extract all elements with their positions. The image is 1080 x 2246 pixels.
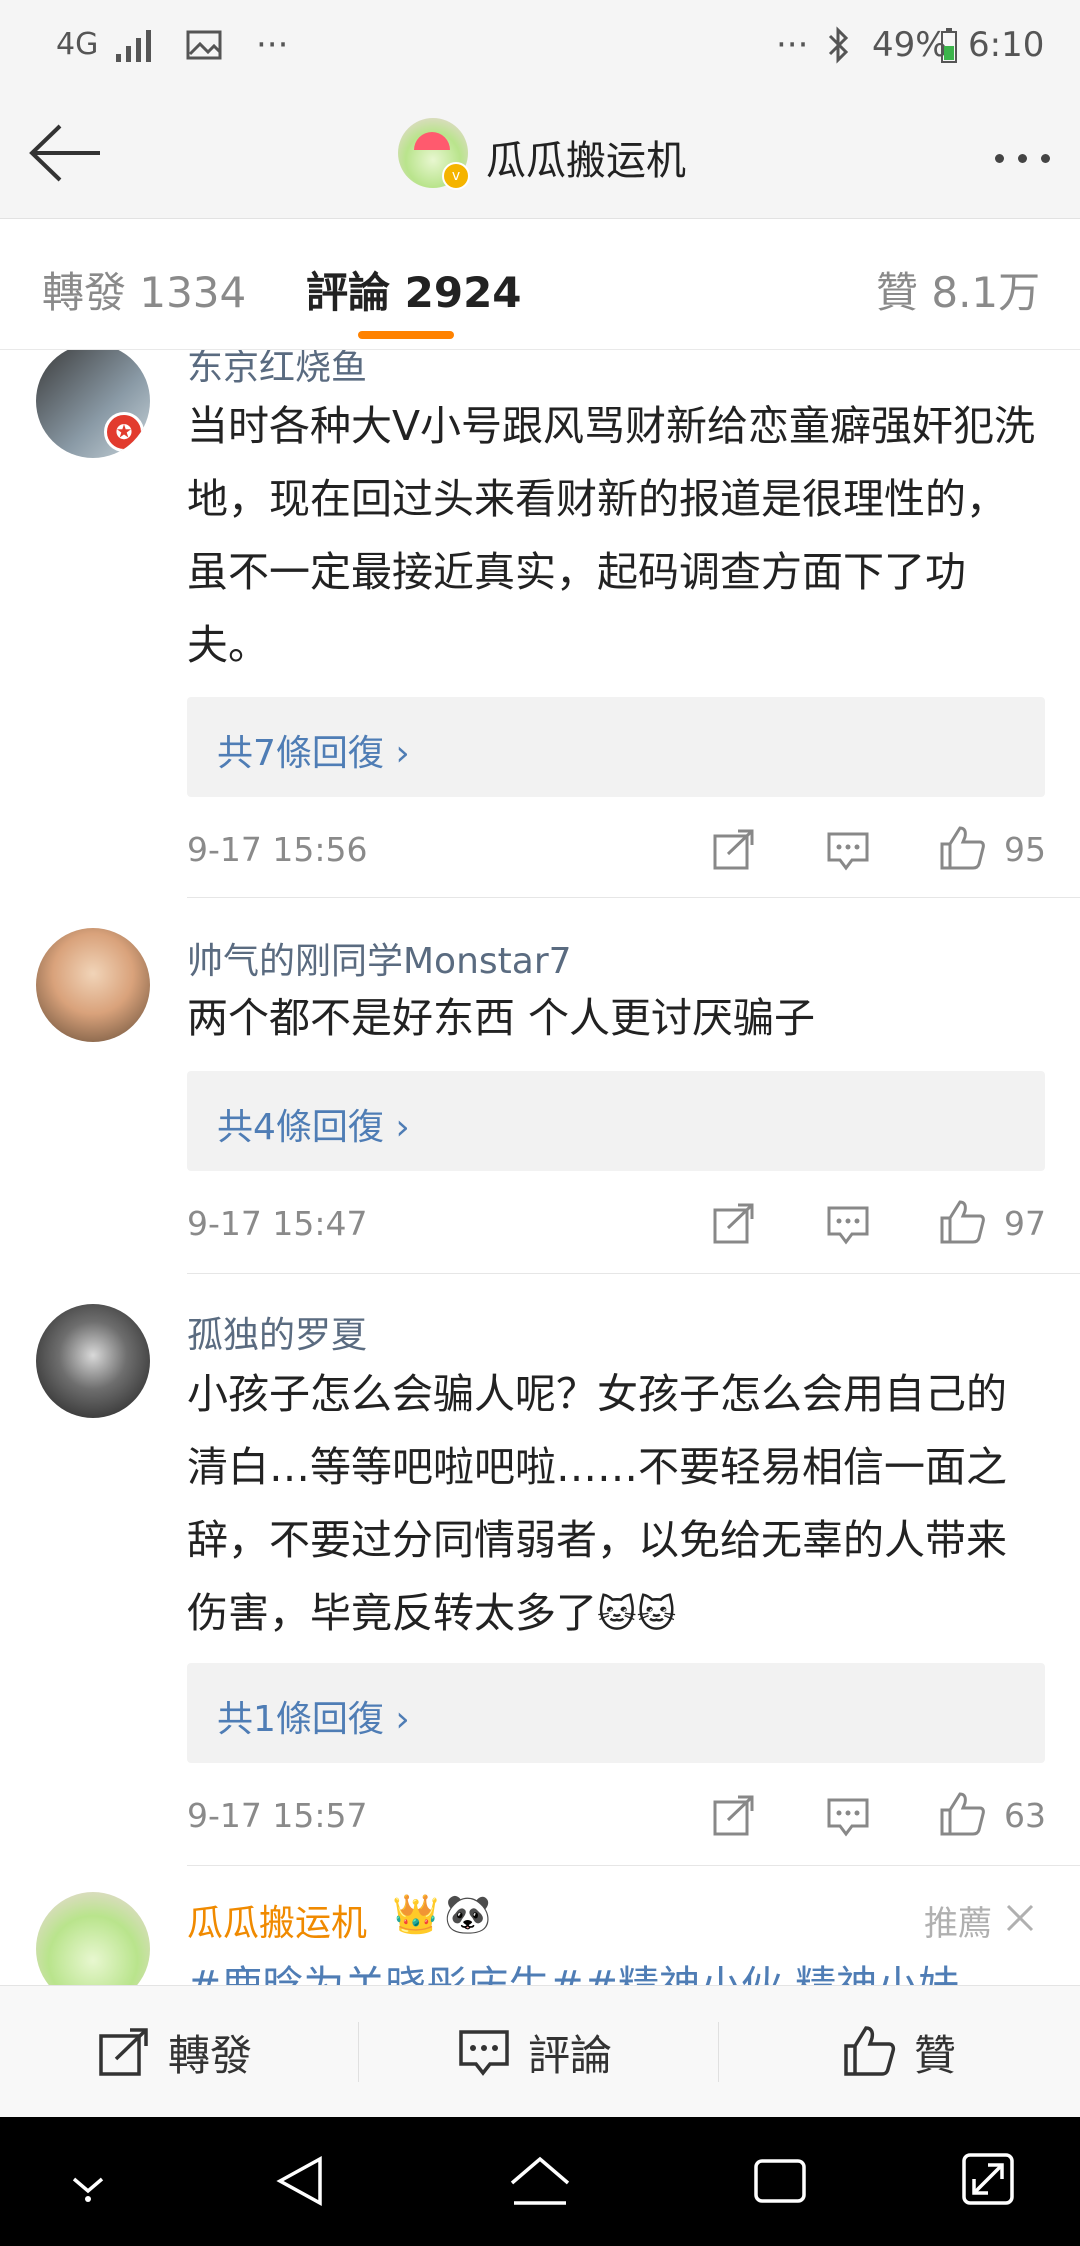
battery-icon (941, 28, 957, 63)
hide-keyboard-icon[interactable] (64, 2165, 112, 2205)
hashtag-text[interactable]: #鹿晗为关晓彤庆生##精神小伙 精神小妹 (187, 1952, 959, 1985)
active-tab-indicator (358, 331, 454, 339)
like-label: 贊 (914, 2031, 957, 2080)
share-icon[interactable] (712, 1794, 756, 1838)
comment-item: 帅气的刚同学Monstar7 两个都不是好东西 个人更讨厌骗子 共4條回復 › … (0, 898, 1080, 1274)
thumbs-up-icon (844, 2026, 896, 2076)
like-icon[interactable] (938, 824, 986, 872)
reply-icon[interactable] (826, 828, 870, 872)
user-avatar[interactable]: ✪ (36, 350, 150, 458)
clock: 6:10 (968, 25, 1045, 65)
reply-icon[interactable] (826, 1202, 870, 1246)
member-badge-icon: ✪ (104, 412, 144, 452)
share-icon[interactable] (712, 1202, 756, 1246)
like-icon[interactable] (938, 1198, 986, 1246)
comment-time: 9-17 15:56 (187, 830, 368, 869)
divider (718, 2022, 719, 2082)
cat-emoji-icon: 🐱🐱 (597, 1592, 677, 1636)
replies-label: 共1條回復 › (217, 1699, 410, 1740)
comment-time: 9-17 15:57 (187, 1796, 368, 1835)
verified-badge-icon: v (442, 162, 470, 190)
crown-icon: 👑 (392, 1892, 440, 1936)
close-icon[interactable] (1004, 1902, 1036, 1934)
recent-apps-icon[interactable] (752, 2155, 808, 2207)
tab-comments[interactable]: 評論 2924 (306, 259, 522, 320)
comment-time: 9-17 15:47 (187, 1204, 368, 1243)
recommended-username[interactable]: 瓜瓜搬运机 (187, 1894, 367, 1946)
replies-label: 共7條回復 › (217, 733, 410, 774)
more-options-icon[interactable] (981, 148, 1050, 167)
divider (358, 2022, 359, 2082)
repost-label: 轉發 (168, 2031, 253, 2080)
header-avatar[interactable]: v (398, 118, 470, 190)
share-icon[interactable] (712, 828, 756, 872)
replies-link[interactable]: 共7條回復 › (187, 697, 1045, 797)
comment-icon (459, 2030, 509, 2076)
comment-username[interactable]: 孤独的罗夏 (187, 1306, 367, 1358)
comment-text: 当时各种大V小号跟风骂财新给恋童癖强奸犯洗地，现在回过头来看财新的报道是很理性的… (187, 402, 1036, 669)
comment-label: 評論 (528, 2031, 613, 2080)
panda-icon: 🐼 (444, 1892, 492, 1936)
reply-icon[interactable] (826, 1794, 870, 1838)
user-avatar[interactable] (36, 928, 150, 1042)
recommended-post: 瓜瓜搬运机 👑 🐼 推薦 #鹿晗为关晓彤庆生##精神小伙 精神小妹 (0, 1866, 1080, 1985)
user-avatar[interactable] (36, 1892, 150, 1985)
like-count: 97 (1004, 1204, 1046, 1243)
back-arrow-icon[interactable] (28, 122, 104, 184)
comment-text: 小孩子怎么会骗人呢？女孩子怎么会用自己的清白…等等吧啦吧啦……不要轻易相信一面之… (187, 1358, 1047, 1651)
system-nav-bar (0, 2117, 1080, 2246)
network-type: 4G (56, 27, 99, 62)
tab-repost[interactable]: 轉發 1334 (42, 259, 246, 320)
recommended-tag: 推薦 (924, 1904, 992, 1944)
bluetooth-icon (828, 26, 849, 64)
user-avatar[interactable] (36, 1304, 150, 1418)
status-bar: 4G ··· ··· 49% 6:10 (0, 0, 1080, 90)
tab-likes[interactable]: 贊 8.1万 (876, 259, 1040, 320)
gallery-icon (186, 30, 222, 60)
like-count: 95 (1004, 830, 1046, 869)
battery-percent: 49% (872, 25, 948, 65)
watermelon-icon (414, 132, 450, 168)
more-notifications-icon: ··· (256, 25, 289, 65)
signal-icon (116, 30, 151, 62)
comment-item: ✪ 东京红烧鱼 当时各种大V小号跟风骂财新给恋童癖强奸犯洗地，现在回过头来看财新… (0, 350, 1080, 898)
home-icon[interactable] (508, 2153, 572, 2209)
replies-link[interactable]: 共1條回復 › (187, 1663, 1045, 1763)
comment-username[interactable]: 东京红烧鱼 (187, 350, 367, 390)
tab-bar: 轉發 1334 評論 2924 贊 8.1万 (0, 219, 1080, 350)
top-nav: v 瓜瓜搬运机 (0, 90, 1080, 219)
more-status-icon: ··· (776, 25, 809, 65)
like-icon[interactable] (938, 1790, 986, 1838)
action-bar: 轉發 評論 贊 (0, 1985, 1080, 2118)
expand-icon[interactable] (960, 2151, 1016, 2207)
replies-link[interactable]: 共4條回復 › (187, 1071, 1045, 1171)
comment-username[interactable]: 帅气的刚同学Monstar7 (187, 932, 572, 984)
repost-icon (99, 2028, 148, 2076)
replies-label: 共4條回復 › (217, 1107, 410, 1148)
like-count: 63 (1004, 1796, 1046, 1835)
page-title: 瓜瓜搬运机 (486, 138, 686, 184)
comment-text: 两个都不是好东西 个人更讨厌骗子 (187, 994, 816, 1042)
comment-item: 孤独的罗夏 小孩子怎么会骗人呢？女孩子怎么会用自己的清白…等等吧啦吧啦……不要轻… (0, 1274, 1080, 1866)
back-nav-icon[interactable] (272, 2153, 328, 2209)
